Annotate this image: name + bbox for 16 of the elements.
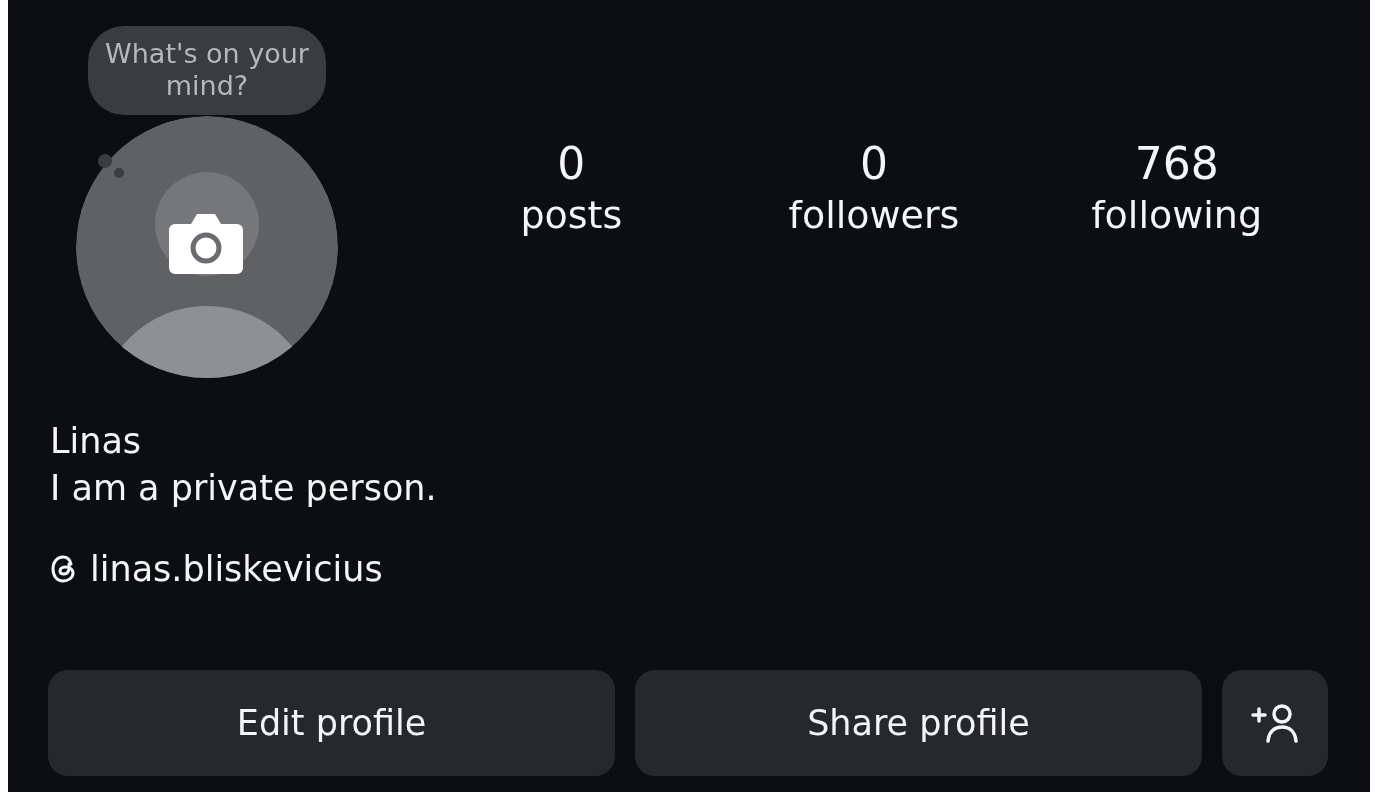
- stat-count: 0: [860, 138, 888, 191]
- stat-label[interactable]: followers: [788, 190, 960, 241]
- stat-count: 0: [557, 138, 586, 191]
- status-note[interactable]: What's on your mind?: [88, 26, 326, 115]
- threads-link[interactable]: linas.bliskevicius: [90, 548, 383, 589]
- stat-count: 768: [1134, 138, 1219, 191]
- stat-label[interactable]: posts: [520, 190, 623, 241]
- profile-button[interactable]: Edit profile: [48, 670, 615, 776]
- profile-bio: I am a private person.: [50, 467, 438, 511]
- avatar-drawing[interactable]: [76, 116, 338, 378]
- stat-label[interactable]: following: [1091, 190, 1263, 241]
- profile-name: Linas: [50, 420, 143, 463]
- profile-button[interactable]: Share profile: [635, 670, 1202, 776]
- add-person-icon: [1250, 703, 1300, 743]
- note-dot: [98, 154, 112, 168]
- add-person-button[interactable]: [1222, 670, 1328, 776]
